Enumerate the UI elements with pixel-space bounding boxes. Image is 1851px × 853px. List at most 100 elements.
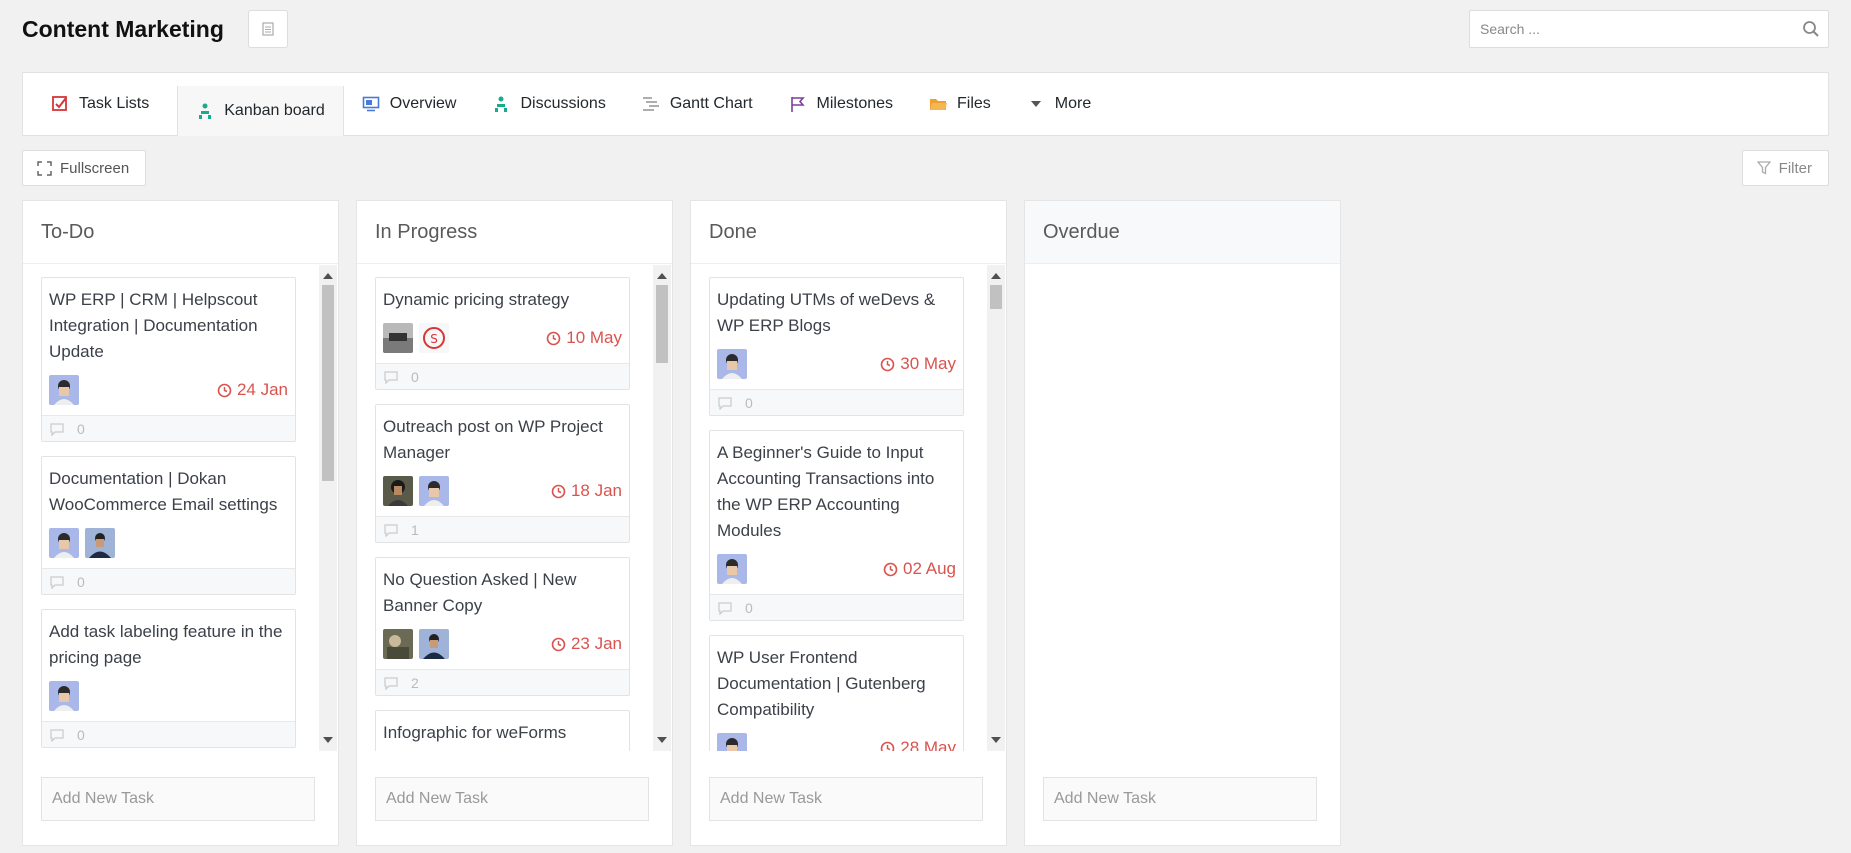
clock-icon — [217, 383, 232, 397]
tab-files[interactable]: Files — [921, 73, 1009, 135]
clock-icon — [883, 562, 898, 576]
scroll-down-arrow[interactable] — [657, 737, 667, 743]
tab-milestones[interactable]: Milestones — [781, 73, 911, 135]
task-title[interactable]: Infographic for weForms — [383, 720, 622, 746]
kanban-board: To-Do WP ERP | CRM | Helpscout Integrati… — [22, 200, 1341, 846]
column-title: Overdue — [1025, 201, 1340, 264]
due-date-text: 30 May — [900, 354, 956, 373]
column-scrollbar[interactable] — [987, 265, 1005, 751]
project-details-button[interactable] — [248, 10, 288, 48]
add-new-task-input[interactable] — [709, 777, 983, 821]
fullscreen-button[interactable]: Fullscreen — [22, 150, 147, 186]
tab-label: Kanban board — [224, 102, 325, 119]
avatar[interactable] — [419, 476, 449, 506]
search-icon[interactable] — [1802, 20, 1820, 38]
task-card[interactable]: WP User Frontend Documentation | Gutenbe… — [709, 635, 964, 751]
due-date-text: 28 May — [900, 738, 956, 751]
task-title[interactable]: Documentation | Dokan WooCommerce Email … — [49, 466, 288, 518]
column-todo: To-Do WP ERP | CRM | Helpscout Integrati… — [22, 200, 339, 846]
card-footer: 0 — [42, 568, 295, 594]
scroll-up-arrow[interactable] — [991, 273, 1001, 279]
filter-button[interactable]: Filter — [1741, 150, 1829, 186]
add-new-task-input[interactable] — [41, 777, 315, 821]
column-overdue: Overdue — [1024, 200, 1341, 846]
task-card[interactable]: Outreach post on WP Project Manager 18 J… — [375, 404, 630, 543]
column-in-progress: In Progress Dynamic pricing strategy S 1… — [356, 200, 673, 846]
avatar[interactable] — [49, 375, 79, 405]
tab-task-lists[interactable]: Task Lists — [43, 73, 167, 135]
column-scrollbar[interactable] — [319, 265, 337, 751]
comment-count: 1 — [411, 521, 419, 538]
tab-label: Milestones — [816, 95, 894, 112]
flag-icon — [790, 97, 805, 112]
task-title[interactable]: Outreach post on WP Project Manager — [383, 414, 622, 466]
comment-count: 0 — [745, 599, 753, 616]
comment-icon — [50, 575, 64, 589]
add-new-task-input[interactable] — [1043, 777, 1317, 821]
avatar[interactable] — [419, 629, 449, 659]
column-scrollbar[interactable] — [653, 265, 671, 751]
add-new-task-input[interactable] — [375, 777, 649, 821]
scroll-thumb[interactable] — [656, 285, 668, 363]
tab-overview[interactable]: Overview — [354, 73, 475, 135]
task-title[interactable]: Dynamic pricing strategy — [383, 287, 622, 313]
task-card[interactable]: Updating UTMs of weDevs & WP ERP Blogs 3… — [709, 277, 964, 416]
comment-count: 0 — [77, 726, 85, 743]
tab-label: Task Lists — [79, 95, 150, 112]
scroll-up-arrow[interactable] — [657, 273, 667, 279]
search-input[interactable] — [1470, 11, 1828, 47]
project-tabs: Task Lists Kanban board Overview Discuss… — [22, 72, 1829, 136]
card-footer: 0 — [710, 389, 963, 415]
task-title[interactable]: No Question Asked | New Banner Copy — [383, 567, 622, 619]
clock-icon — [551, 637, 566, 651]
avatar[interactable] — [717, 554, 747, 584]
column-cards: WP ERP | CRM | Helpscout Integration | D… — [23, 265, 338, 751]
comment-icon — [50, 422, 64, 436]
gantt-icon — [642, 97, 659, 111]
avatar[interactable] — [383, 476, 413, 506]
scroll-thumb[interactable] — [990, 285, 1002, 309]
task-title[interactable]: WP User Frontend Documentation | Gutenbe… — [717, 645, 956, 723]
due-date-text: 10 May — [566, 328, 622, 347]
avatar[interactable] — [49, 528, 79, 558]
checkbox-icon — [52, 96, 67, 111]
scroll-up-arrow[interactable] — [323, 273, 333, 279]
avatar[interactable] — [383, 323, 413, 353]
column-title: In Progress — [357, 201, 672, 264]
task-card[interactable]: No Question Asked | New Banner Copy 23 J… — [375, 557, 630, 696]
tab-kanban-board[interactable]: Kanban board — [177, 86, 344, 136]
task-card[interactable]: A Beginner's Guide to Input Accounting T… — [709, 430, 964, 621]
clock-icon — [551, 484, 566, 498]
task-title[interactable]: WP ERP | CRM | Helpscout Integration | D… — [49, 287, 288, 365]
task-card[interactable]: Documentation | Dokan WooCommerce Email … — [41, 456, 296, 595]
tab-discussions[interactable]: Discussions — [484, 73, 623, 135]
due-date-text: 24 Jan — [236, 380, 288, 399]
comment-icon — [384, 523, 398, 537]
avatar[interactable]: S — [419, 323, 449, 353]
task-title[interactable]: Updating UTMs of weDevs & WP ERP Blogs — [717, 287, 956, 339]
task-title[interactable]: A Beginner's Guide to Input Accounting T… — [717, 440, 956, 544]
discussions-icon — [495, 96, 508, 112]
tab-more[interactable]: More — [1019, 73, 1109, 135]
tab-label: Discussions — [520, 95, 606, 112]
scroll-down-arrow[interactable] — [323, 737, 333, 743]
task-card[interactable]: Infographic for weForms — [375, 710, 630, 751]
avatar[interactable] — [85, 528, 115, 558]
avatar[interactable] — [49, 681, 79, 711]
tab-label: Overview — [389, 95, 457, 112]
tab-gantt-chart[interactable]: Gantt Chart — [634, 73, 771, 135]
due-date: 18 Jan — [551, 481, 622, 501]
task-title[interactable]: Add task labeling feature in the pricing… — [49, 619, 288, 671]
column-cards: Updating UTMs of weDevs & WP ERP Blogs 3… — [691, 265, 1006, 751]
avatar[interactable] — [717, 349, 747, 379]
avatar[interactable] — [383, 629, 413, 659]
card-footer: 0 — [710, 594, 963, 620]
scroll-thumb[interactable] — [322, 285, 334, 481]
task-card[interactable]: Dynamic pricing strategy S 10 May 0 — [375, 277, 630, 390]
due-date: 24 Jan — [217, 380, 288, 400]
task-card[interactable]: WP ERP | CRM | Helpscout Integration | D… — [41, 277, 296, 442]
comment-icon — [384, 676, 398, 690]
task-card[interactable]: Add task labeling feature in the pricing… — [41, 609, 296, 748]
avatar[interactable] — [717, 733, 747, 751]
scroll-down-arrow[interactable] — [991, 737, 1001, 743]
